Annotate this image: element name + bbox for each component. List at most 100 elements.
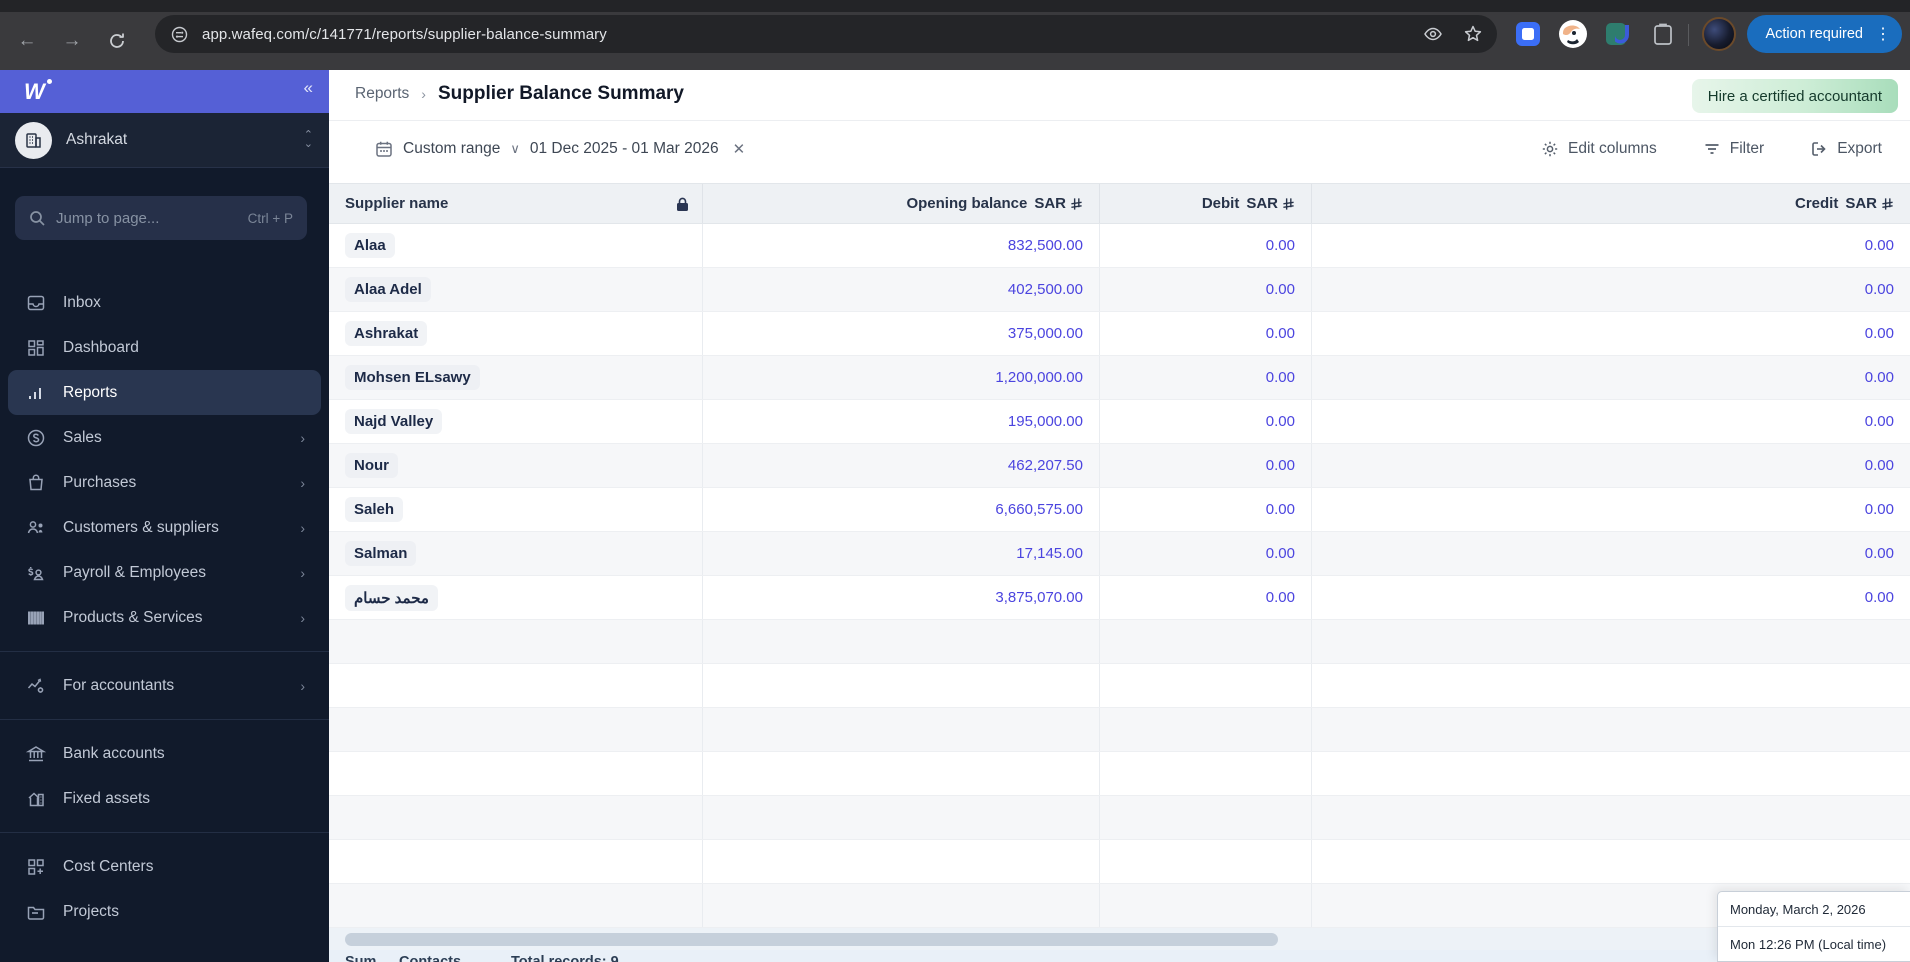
supplier-name-link[interactable]: محمد حسام <box>345 584 438 611</box>
sidebar-item-fixed-assets[interactable]: Fixed assets <box>0 776 329 821</box>
table-row: Alaa Adel 402,500.00 0.00 0.00 <box>329 268 1910 312</box>
wafeq-logo[interactable]: W <box>24 78 52 105</box>
collapse-sidebar-icon[interactable]: « <box>304 78 313 98</box>
supplier-name-link[interactable]: Alaa Adel <box>345 277 431 302</box>
supplier-name-link[interactable]: Alaa <box>345 233 395 258</box>
table-header-row: Supplier name Opening balance SAR Debit … <box>329 183 1910 224</box>
opening-balance-value[interactable]: 402,500.00 <box>1008 281 1083 298</box>
extensions-menu-button[interactable] <box>1648 19 1678 49</box>
clear-range-icon[interactable]: ✕ <box>733 140 746 158</box>
debit-value[interactable]: 0.00 <box>1266 413 1295 430</box>
reload-icon <box>110 33 124 48</box>
sidebar-item-dashboard[interactable]: Dashboard <box>0 325 329 370</box>
opening-balance-value[interactable]: 195,000.00 <box>1008 413 1083 430</box>
sidebar-item-projects[interactable]: Projects <box>0 889 329 934</box>
round-extension-icon <box>1559 20 1587 48</box>
credit-value[interactable]: 0.00 <box>1865 501 1894 518</box>
debit-value[interactable]: 0.00 <box>1266 589 1295 606</box>
company-select-chevrons-icon[interactable]: ⌃ ⌄ <box>304 130 313 150</box>
sidebar-item-bank-accounts[interactable]: Bank accounts <box>0 731 329 776</box>
debit-value[interactable]: 0.00 <box>1266 325 1295 342</box>
company-avatar <box>15 121 52 159</box>
debit-value[interactable]: 0.00 <box>1266 281 1295 298</box>
opening-balance-value[interactable]: 17,145.00 <box>1016 545 1083 562</box>
site-settings-icon[interactable] <box>171 26 188 43</box>
debit-value[interactable]: 0.00 <box>1266 501 1295 518</box>
debit-value[interactable]: 0.00 <box>1266 369 1295 386</box>
debit-value[interactable]: 0.00 <box>1266 545 1295 562</box>
action-required-button[interactable]: Action required ⋮ <box>1747 15 1902 53</box>
filter-button[interactable]: Filter <box>1703 140 1764 158</box>
dashboard-icon <box>25 338 47 358</box>
table-row: Salman 17,145.00 0.00 0.00 <box>329 532 1910 576</box>
column-header-debit[interactable]: Debit SAR <box>1100 184 1312 223</box>
range-value[interactable]: 01 Dec 2025 - 01 Mar 2026 <box>530 140 719 158</box>
column-header-credit[interactable]: Credit SAR <box>1312 184 1910 223</box>
credit-value[interactable]: 0.00 <box>1865 545 1894 562</box>
sidebar-item-reports[interactable]: Reports <box>8 370 321 415</box>
supplier-name-link[interactable]: Ashrakat <box>345 321 428 346</box>
credit-value[interactable]: 0.00 <box>1865 457 1894 474</box>
export-button[interactable]: Export <box>1810 140 1882 158</box>
breadcrumb-reports-link[interactable]: Reports <box>355 85 409 103</box>
opening-balance-value[interactable]: 6,660,575.00 <box>995 501 1083 518</box>
opening-balance-value[interactable]: 832,500.00 <box>1008 237 1083 254</box>
url-text[interactable]: app.wafeq.com/c/141771/reports/supplier-… <box>202 26 607 43</box>
sidebar-item-label: Purchases <box>63 473 137 491</box>
sidebar-item-for-accountants[interactable]: For accountants › <box>0 663 329 708</box>
table-row: Alaa 832,500.00 0.00 0.00 <box>329 224 1910 268</box>
currency-code: SAR <box>1034 195 1066 212</box>
credit-value[interactable]: 0.00 <box>1865 413 1894 430</box>
url-bar[interactable]: app.wafeq.com/c/141771/reports/supplier-… <box>155 15 1497 53</box>
green-u-extension-icon <box>1606 23 1629 45</box>
clipboard-icon <box>1654 23 1672 45</box>
horizontal-scrollbar[interactable] <box>329 928 1910 950</box>
sar-symbol-icon <box>1071 197 1082 210</box>
sidebar-divider <box>0 832 329 833</box>
column-header-supplier-name[interactable]: Supplier name <box>329 184 703 223</box>
browser-back-button[interactable]: ← <box>12 26 42 56</box>
opening-balance-value[interactable]: 462,207.50 <box>1008 457 1083 474</box>
debit-value[interactable]: 0.00 <box>1266 457 1295 474</box>
sidebar-item-cost-centers[interactable]: Cost Centers <box>0 844 329 889</box>
browser-profile-avatar[interactable] <box>1702 17 1736 51</box>
sidebar-item-purchases[interactable]: Purchases › <box>0 460 329 505</box>
blue-square-extension-icon <box>1516 22 1540 46</box>
credit-value[interactable]: 0.00 <box>1865 281 1894 298</box>
supplier-name-link[interactable]: Mohsen ELsawy <box>345 365 480 390</box>
credit-value[interactable]: 0.00 <box>1865 237 1894 254</box>
range-preset-label[interactable]: Custom range <box>403 140 500 158</box>
supplier-name-link[interactable]: Najd Valley <box>345 409 443 434</box>
extension-sidepanel[interactable] <box>1513 19 1543 49</box>
opening-balance-value[interactable]: 1,200,000.00 <box>995 369 1083 386</box>
sidebar-item-inbox[interactable]: Inbox <box>0 280 329 325</box>
credit-value[interactable]: 0.00 <box>1865 589 1894 606</box>
sidebar-item-sales[interactable]: Sales › <box>0 415 329 460</box>
jump-to-page-search[interactable]: Jump to page... Ctrl + P <box>15 196 307 240</box>
hire-accountant-button[interactable]: Hire a certified accountant <box>1691 79 1898 113</box>
extension-avatar[interactable] <box>1558 19 1588 49</box>
company-switcher[interactable]: Ashrakat ⌃ ⌄ <box>0 113 329 168</box>
table-row: محمد حسام 3,875,070.00 0.00 0.00 <box>329 576 1910 620</box>
debit-value[interactable]: 0.00 <box>1266 237 1295 254</box>
supplier-name-link[interactable]: Nour <box>345 453 398 478</box>
supplier-name-link[interactable]: Salman <box>345 541 417 566</box>
scrollbar-thumb[interactable] <box>345 933 1278 946</box>
sidebar-item-payroll-employees[interactable]: Payroll & Employees › <box>0 550 329 595</box>
preview-eye-icon[interactable] <box>1423 24 1443 44</box>
opening-balance-value[interactable]: 3,875,070.00 <box>995 589 1083 606</box>
edit-columns-button[interactable]: Edit columns <box>1541 140 1657 158</box>
sidebar-item-products-services[interactable]: Products & Services › <box>0 595 329 640</box>
opening-balance-value[interactable]: 375,000.00 <box>1008 325 1083 342</box>
supplier-name-link[interactable]: Saleh <box>345 497 404 522</box>
browser-reload-button[interactable] <box>102 26 132 56</box>
extension-u[interactable] <box>1603 19 1633 49</box>
credit-value[interactable]: 0.00 <box>1865 369 1894 386</box>
browser-menu-icon[interactable]: ⋮ <box>1875 24 1892 44</box>
chevron-down-icon[interactable]: ∨ <box>510 141 520 157</box>
credit-value[interactable]: 0.00 <box>1865 325 1894 342</box>
column-header-opening-balance[interactable]: Opening balance SAR <box>703 184 1100 223</box>
browser-forward-button[interactable]: → <box>57 26 87 56</box>
sidebar-item-customers-suppliers[interactable]: Customers & suppliers › <box>0 505 329 550</box>
bookmark-star-icon[interactable] <box>1463 24 1483 44</box>
